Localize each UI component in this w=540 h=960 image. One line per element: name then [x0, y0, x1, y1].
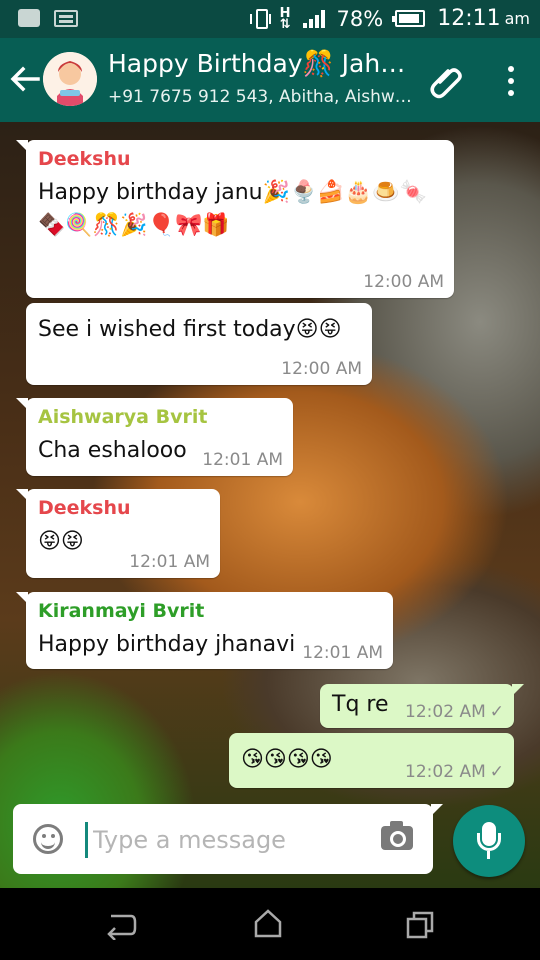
chat-participants[interactable]: +91 7675 912 543, Abitha, Aishwarya Bvri…	[108, 87, 413, 107]
home-icon[interactable]	[253, 908, 283, 938]
conversation-area[interactable]: Deekshu Happy birthday janu🎉🍨🍰🎂🍮🍬🍫🍭🎊🎉🎈🎀🎁…	[0, 122, 540, 888]
message-bubble-outgoing[interactable]: 😘😘😘😘 12:02 AM ✓	[229, 733, 514, 788]
message-time: 12:00 AM	[281, 359, 362, 379]
message-composer	[13, 804, 443, 874]
recents-icon[interactable]	[405, 910, 435, 940]
sent-check-icon: ✓	[489, 762, 504, 782]
message-time: 12:01 AM	[302, 643, 383, 663]
message-sender: Kiranmayi Bvrit	[38, 600, 205, 622]
message-time: 12:01 AM	[129, 552, 210, 572]
chat-header: Happy Birthday🎊 Jahnavi +91 7675 912 543…	[0, 38, 540, 122]
notification-icons	[18, 9, 78, 27]
message-sender: Deekshu	[38, 497, 131, 519]
chat-notification-icon	[18, 9, 40, 27]
message-time: 12:02 AM ✓	[405, 702, 504, 722]
voice-record-button[interactable]	[453, 805, 525, 877]
message-time-label: 12:02 AM	[405, 762, 486, 782]
message-time-label: 12:02 AM	[405, 702, 486, 722]
paperclip-icon[interactable]	[428, 62, 466, 100]
message-time: 12:01 AM	[202, 450, 283, 470]
clock: 12:11	[437, 6, 501, 31]
mic-icon-stand	[487, 851, 490, 859]
chat-title[interactable]: Happy Birthday🎊 Jahnavi	[108, 49, 413, 79]
status-bar: H ⇅ 78% 12:11 am	[0, 0, 540, 38]
back-icon[interactable]	[103, 910, 137, 940]
message-bubble-incoming[interactable]: Aishwarya Bvrit Cha eshalooo 12:01 AM	[16, 398, 293, 476]
message-bubble-incoming[interactable]: Kiranmayi Bvrit Happy birthday jhanavi 1…	[16, 592, 393, 669]
system-navigation-bar	[0, 888, 540, 960]
message-time: 12:02 AM ✓	[405, 762, 504, 782]
network-type-icon: H ⇅	[279, 5, 291, 32]
message-bubble-incoming[interactable]: Deekshu 😝😝 12:01 AM	[16, 489, 220, 578]
message-text: See i wished first today😝😝	[38, 317, 342, 342]
mic-icon-arc	[477, 833, 501, 851]
clock-ampm: am	[504, 9, 530, 28]
message-bubble-outgoing[interactable]: Tq re 12:02 AM ✓	[320, 684, 524, 728]
message-bubble-incoming[interactable]: Deekshu Happy birthday janu🎉🍨🍰🎂🍮🍬🍫🍭🎊🎉🎈🎀🎁…	[16, 140, 454, 298]
message-time: 12:00 AM	[363, 272, 444, 292]
battery-percent: 78%	[336, 6, 384, 31]
network-type: H	[279, 5, 291, 21]
signal-icon	[302, 9, 325, 28]
image-notification-icon	[54, 9, 78, 27]
message-sender: Deekshu	[38, 148, 131, 170]
emoji-icon[interactable]	[33, 824, 63, 854]
sent-check-icon: ✓	[489, 702, 504, 722]
back-arrow-icon[interactable]	[8, 62, 42, 96]
system-indicators: H ⇅ 78% 12:11 am	[249, 5, 530, 32]
message-input[interactable]	[93, 822, 373, 858]
vibrate-icon	[249, 8, 271, 29]
text-cursor	[85, 822, 88, 858]
avatar-illustration	[43, 52, 97, 106]
message-bubble-incoming[interactable]: See i wished first today😝😝 12:00 AM	[26, 303, 372, 385]
battery-icon	[392, 10, 426, 27]
camera-icon[interactable]	[381, 821, 413, 850]
message-sender: Aishwarya Bvrit	[38, 406, 208, 428]
message-text: Happy birthday janu🎉🍨🍰🎂🍮🍬🍫🍭🎊🎉🎈🎀🎁	[38, 180, 427, 238]
more-vert-icon[interactable]	[508, 66, 516, 96]
group-avatar[interactable]	[43, 52, 97, 106]
